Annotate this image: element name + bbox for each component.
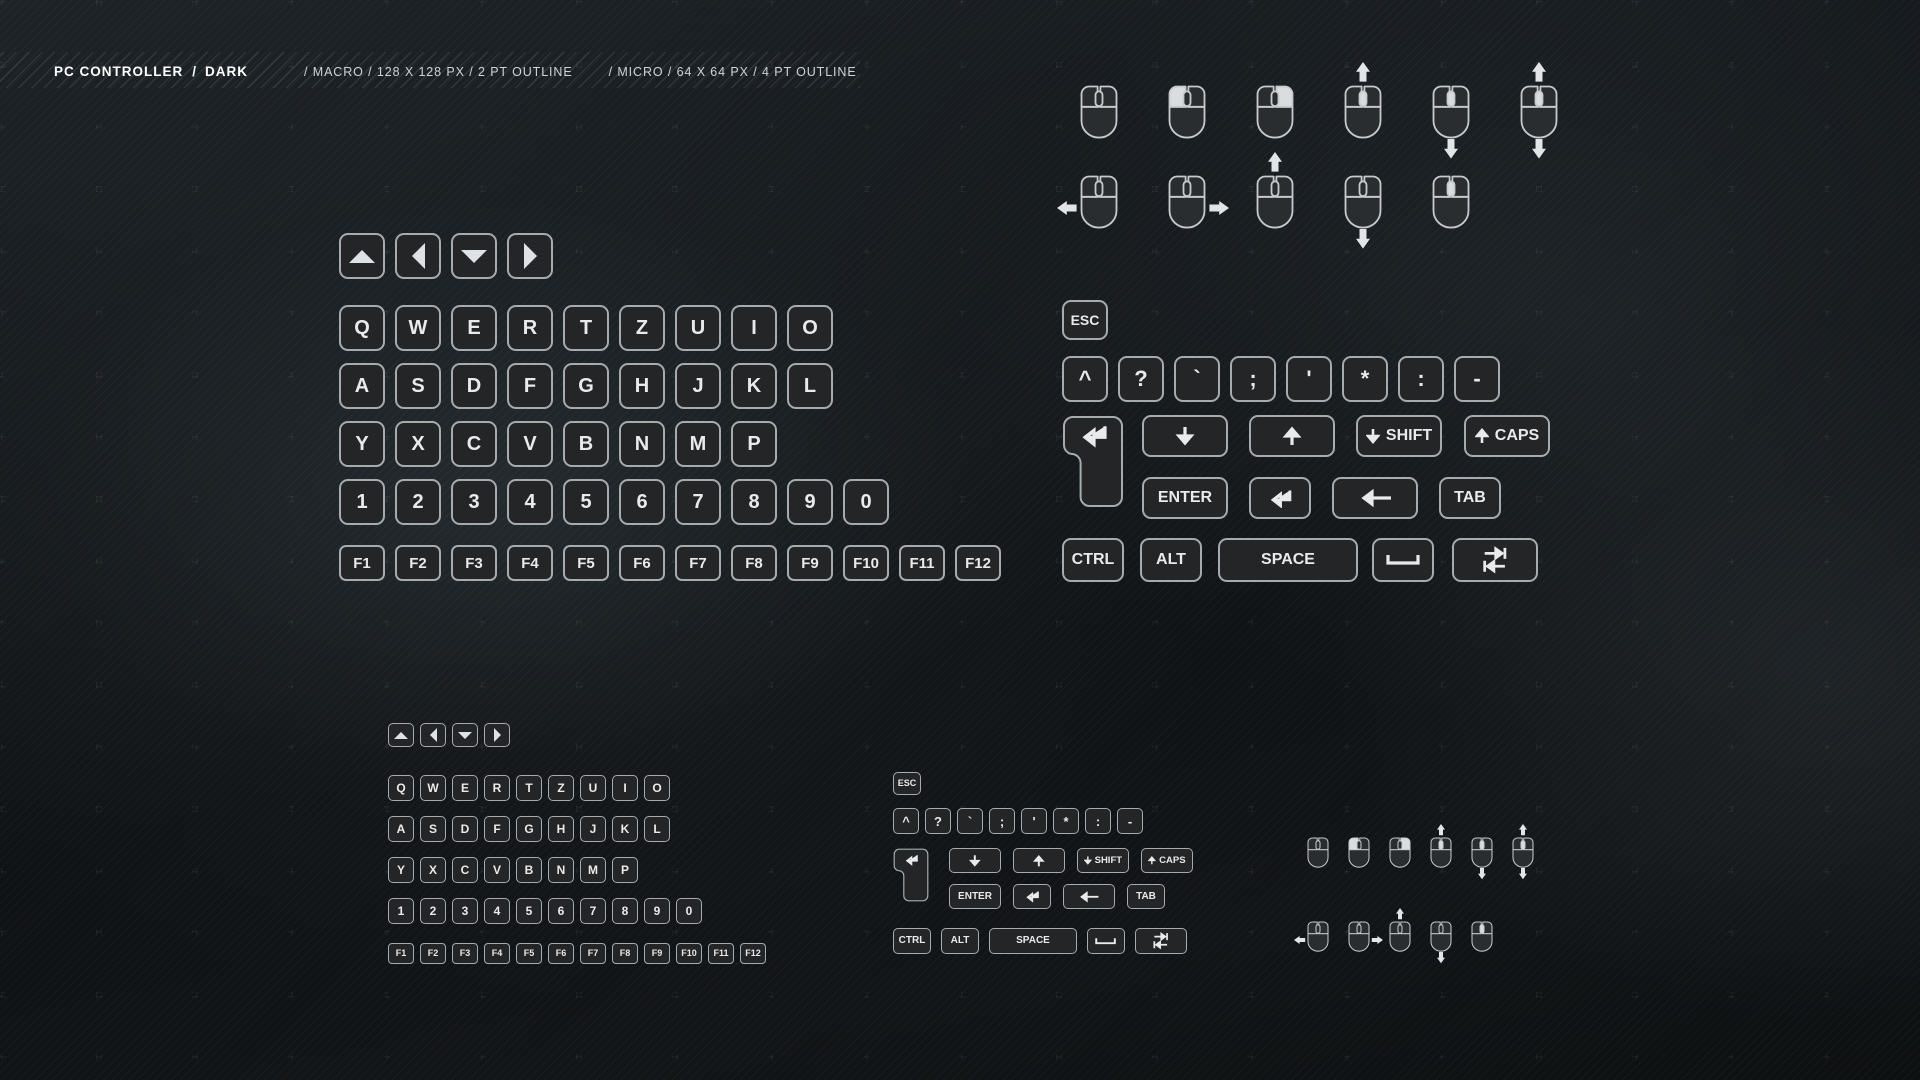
mouse-wheel-press [1454,904,1510,969]
mouse-move-right [1138,145,1236,258]
mouse-scroll-updown [1495,820,1551,885]
mouse-move-down [1314,145,1412,258]
mouse-scroll-updown [1490,55,1588,168]
mouse-move-left [1050,145,1148,258]
mouse-move-up [1226,145,1324,258]
header: PC CONTROLLER / DARK / MACRO / 128 X 128… [54,64,857,79]
controller-sheet: PC CONTROLLER / DARK / MACRO / 128 X 128… [0,0,1920,1080]
spec-micro: / MICRO / 64 X 64 PX / 4 PT OUTLINE [608,65,857,79]
theme-label: DARK [205,64,249,79]
mouse-wheel-press [1402,145,1500,258]
page-title: PC CONTROLLER [54,64,184,79]
mice-layer [0,0,1920,1080]
title-separator: / [192,64,197,79]
spec-macro: / MACRO / 128 X 128 PX / 2 PT OUTLINE [304,65,573,79]
